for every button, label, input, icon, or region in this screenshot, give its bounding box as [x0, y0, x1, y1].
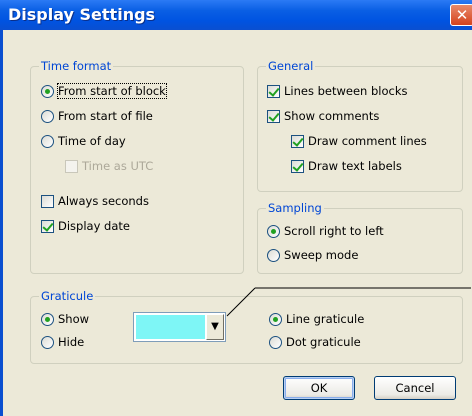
radio-dot-graticule[interactable]: Dot graticule: [269, 333, 361, 351]
radio-label: From start of file: [58, 109, 153, 123]
sampling-group: Sampling: [257, 201, 463, 274]
checkbox-icon: [41, 194, 54, 208]
close-icon: ✕: [455, 6, 469, 24]
window-title: Display Settings: [8, 5, 156, 24]
checkbox-time-as-utc[interactable]: Time as UTC: [65, 157, 153, 175]
sampling-legend: Sampling: [266, 201, 324, 215]
radio-button-icon: [269, 312, 282, 326]
color-swatch: [136, 315, 205, 339]
radio-label: Hide: [58, 335, 85, 349]
checkbox-draw-comment-lines[interactable]: Draw comment lines: [291, 132, 427, 150]
radio-graticule-hide[interactable]: Hide: [41, 333, 84, 351]
radio-label: Dot graticule: [286, 335, 361, 349]
ok-button[interactable]: OK: [283, 376, 355, 400]
checkbox-draw-text-labels[interactable]: Draw text labels: [291, 157, 402, 175]
radio-button-icon: [269, 335, 282, 349]
time-format-legend: Time format: [39, 59, 114, 73]
checkbox-icon: [291, 159, 304, 173]
close-button[interactable]: ✕: [450, 4, 472, 26]
radio-from-start-of-file[interactable]: From start of file: [41, 107, 153, 125]
radio-button-icon: [267, 248, 280, 262]
checkbox-icon: [267, 84, 280, 98]
radio-label: Time of day: [58, 134, 126, 148]
radio-button-icon: [41, 335, 54, 349]
checkbox-label: Always seconds: [58, 194, 149, 208]
dialog-body: Time format From start of block From sta…: [0, 30, 472, 416]
checkbox-icon: [291, 134, 304, 148]
checkbox-show-comments[interactable]: Show comments: [267, 107, 379, 125]
radio-button-icon: [267, 224, 280, 238]
radio-button-icon: [41, 109, 54, 123]
radio-scroll-right-to-left[interactable]: Scroll right to left: [267, 222, 384, 240]
radio-sweep-mode[interactable]: Sweep mode: [267, 246, 358, 264]
radio-label: Scroll right to left: [284, 224, 384, 238]
checkbox-icon: [41, 219, 54, 233]
graticule-color-dropdown[interactable]: ▼: [133, 312, 226, 342]
radio-button-icon: [41, 84, 54, 98]
checkbox-icon: [65, 159, 78, 173]
radio-time-of-day[interactable]: Time of day: [41, 132, 126, 150]
radio-label: Sweep mode: [284, 248, 359, 262]
title-bar[interactable]: Display Settings ✕: [0, 0, 472, 30]
radio-from-start-of-block[interactable]: From start of block: [41, 82, 167, 100]
checkbox-display-date[interactable]: Display date: [41, 217, 130, 235]
radio-label: Line graticule: [286, 312, 365, 326]
radio-line-graticule[interactable]: Line graticule: [269, 310, 364, 328]
checkbox-label: Draw text labels: [308, 159, 402, 173]
checkbox-label: Display date: [58, 219, 130, 233]
general-legend: General: [266, 59, 316, 73]
checkbox-lines-between-blocks[interactable]: Lines between blocks: [267, 82, 408, 100]
radio-label: From start of block: [57, 83, 167, 99]
checkbox-label: Time as UTC: [82, 159, 154, 173]
radio-label: Show: [58, 312, 90, 326]
graticule-legend: Graticule: [39, 289, 96, 303]
radio-button-icon: [41, 134, 54, 148]
dropdown-arrow-button[interactable]: ▼: [206, 314, 224, 340]
cancel-button[interactable]: Cancel: [374, 376, 456, 400]
checkbox-label: Show comments: [284, 109, 380, 123]
checkbox-icon: [267, 109, 280, 123]
checkbox-label: Lines between blocks: [284, 84, 408, 98]
checkbox-always-seconds[interactable]: Always seconds: [41, 192, 149, 210]
radio-graticule-show[interactable]: Show: [41, 310, 89, 328]
checkbox-label: Draw comment lines: [308, 134, 427, 148]
radio-button-icon: [41, 312, 54, 326]
chevron-down-icon: ▼: [211, 321, 219, 332]
